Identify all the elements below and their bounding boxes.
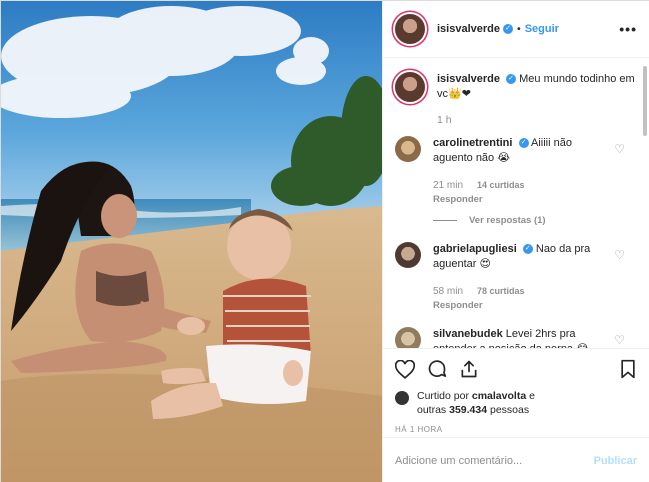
comment-like-heart-icon[interactable]: ♡ bbox=[614, 333, 625, 347]
liked-by-middle: e bbox=[529, 390, 535, 402]
reply-button[interactable]: Responder bbox=[433, 194, 607, 205]
others-prefix[interactable]: outras bbox=[417, 404, 446, 416]
comment-body: carolinetrentini ✓ Aiiiii não aguento nã… bbox=[433, 136, 637, 205]
share-icon[interactable] bbox=[459, 359, 479, 379]
view-replies-label: Ver respostas (1) bbox=[469, 215, 546, 226]
comment-input[interactable] bbox=[395, 454, 594, 467]
comment-meta: 58 min 78 curtidas bbox=[433, 286, 607, 297]
comment-body: gabrielapugliesi ✓ Nao da pra aguentar 😍… bbox=[433, 242, 637, 311]
caption-username[interactable]: isisvalverde bbox=[437, 73, 500, 85]
more-options-icon[interactable]: ••• bbox=[619, 21, 637, 37]
liked-by-text: Curtido por cmalavolta e outras 359.434 … bbox=[417, 389, 535, 417]
comments-scrollbar[interactable] bbox=[643, 66, 647, 136]
comment-like-heart-icon[interactable]: ♡ bbox=[614, 142, 625, 156]
post-actions: Curtido por cmalavolta e outras 359.434 … bbox=[383, 348, 649, 434]
bookmark-icon[interactable] bbox=[619, 359, 637, 379]
comment-likes[interactable]: 14 curtidas bbox=[477, 180, 525, 191]
liked-by-prefix: Curtido por bbox=[417, 390, 469, 402]
comment-username[interactable]: silvanebudek bbox=[433, 328, 503, 340]
comment-likes[interactable]: 78 curtidas bbox=[477, 286, 525, 297]
heart-icon[interactable] bbox=[395, 359, 415, 379]
verified-badge-icon: ✓ bbox=[522, 244, 533, 255]
comment-meta: 21 min 14 curtidas bbox=[433, 180, 607, 191]
commenter-avatar[interactable] bbox=[395, 327, 421, 348]
comment-time: 58 min bbox=[433, 286, 464, 297]
comment-username[interactable]: gabrielapugliesi bbox=[433, 243, 517, 255]
view-replies-line bbox=[433, 220, 457, 221]
commenter-avatar[interactable] bbox=[395, 136, 421, 162]
comment-icon[interactable] bbox=[427, 359, 447, 379]
caption-avatar[interactable] bbox=[395, 72, 425, 102]
commenter-avatar[interactable] bbox=[395, 242, 421, 268]
comment-body: silvanebudek Levei 2hrs pra entender a p… bbox=[433, 327, 637, 348]
comments-list[interactable]: isisvalverde ✓ Meu mundo todinho em vc👑❤… bbox=[383, 58, 649, 348]
post-caption: isisvalverde ✓ Meu mundo todinho em vc👑❤ bbox=[383, 58, 649, 102]
action-icons-row bbox=[395, 359, 637, 379]
verified-badge-icon: ✓ bbox=[518, 138, 529, 149]
liker-username[interactable]: cmalavolta bbox=[472, 390, 526, 402]
comment-item: silvanebudek Levei 2hrs pra entender a p… bbox=[383, 327, 649, 348]
instagram-post-modal: isisvalverde ✓ • Seguir ••• isisvalverde… bbox=[0, 0, 649, 482]
likes-count[interactable]: 359.434 bbox=[449, 404, 487, 416]
add-comment-bar: Publicar bbox=[383, 437, 649, 482]
caption-time: 1 h bbox=[437, 114, 452, 126]
post-photo bbox=[1, 1, 382, 482]
comment-username[interactable]: carolinetrentini bbox=[433, 137, 512, 149]
liked-by: Curtido por cmalavolta e outras 359.434 … bbox=[395, 389, 637, 417]
reply-button[interactable]: Responder bbox=[433, 300, 607, 311]
separator-dot: • bbox=[517, 23, 521, 35]
beach-photo-illustration bbox=[1, 1, 382, 482]
publish-button[interactable]: Publicar bbox=[594, 455, 637, 467]
liker-avatar[interactable] bbox=[395, 391, 409, 405]
author-username[interactable]: isisvalverde bbox=[437, 23, 500, 35]
comment-like-heart-icon[interactable]: ♡ bbox=[614, 248, 625, 262]
post-side-panel: isisvalverde ✓ • Seguir ••• isisvalverde… bbox=[382, 1, 649, 482]
verified-badge-icon: ✓ bbox=[506, 74, 517, 85]
post-header: isisvalverde ✓ • Seguir ••• bbox=[383, 1, 649, 58]
caption-text-block: isisvalverde ✓ Meu mundo todinho em vc👑❤ bbox=[437, 72, 637, 102]
view-replies-button[interactable]: Ver respostas (1) bbox=[433, 215, 649, 226]
comment-item: carolinetrentini ✓ Aiiiii não aguento nã… bbox=[383, 136, 649, 205]
verified-badge-icon: ✓ bbox=[503, 24, 513, 34]
comment-item: gabrielapugliesi ✓ Nao da pra aguentar 😍… bbox=[383, 242, 649, 311]
author-avatar[interactable] bbox=[395, 14, 425, 44]
likes-suffix[interactable]: pessoas bbox=[490, 404, 529, 416]
post-timestamp[interactable]: HÁ 1 HORA bbox=[395, 425, 637, 434]
follow-button[interactable]: Seguir bbox=[525, 23, 559, 35]
comment-time: 21 min bbox=[433, 180, 464, 191]
